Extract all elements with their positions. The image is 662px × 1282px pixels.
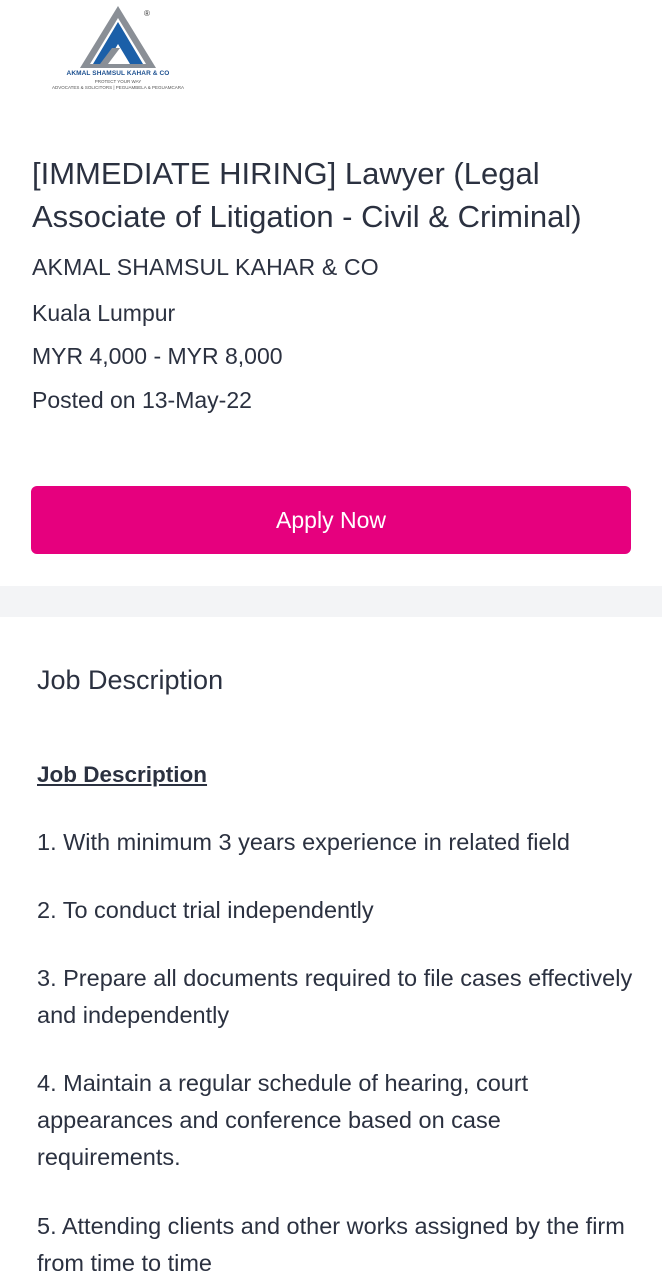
list-item: 4. Maintain a regular schedule of hearin… <box>37 1070 529 1170</box>
posted-date: Posted on 13-May-22 <box>32 387 252 413</box>
list-item: 2. To conduct trial independently <box>37 897 374 923</box>
registered-mark-icon: ® <box>144 9 150 18</box>
company-name[interactable]: AKMAL SHAMSUL KAHAR & CO <box>32 252 379 282</box>
logo-subtitle: ADVOCATES & SOLICITORS | PEGUAMBELA & PE… <box>51 85 185 90</box>
job-location: Kuala Lumpur <box>32 300 176 326</box>
job-description-heading: Job Description <box>37 762 208 787</box>
job-salary: MYR 4,000 - MYR 8,000 <box>32 343 283 369</box>
job-description-title: Job Description <box>37 665 224 695</box>
company-logo: ® AKMAL SHAMSUL KAHAR & CO PROTECT YOUR … <box>36 4 200 96</box>
job-title: [IMMEDIATE HIRING] Lawyer (Legal Associa… <box>32 156 582 234</box>
list-item: 1. With minimum 3 years experience in re… <box>37 829 570 855</box>
job-header: ® AKMAL SHAMSUL KAHAR & CO PROTECT YOUR … <box>0 0 662 586</box>
list-item: 5. Attending clients and other works ass… <box>37 1213 625 1276</box>
section-divider <box>0 586 662 617</box>
list-item: 3. Prepare all documents required to fil… <box>37 965 633 1028</box>
logo-firm-name: AKMAL SHAMSUL KAHAR & CO <box>66 70 170 77</box>
logo-tagline: PROTECT YOUR WAY <box>94 79 142 84</box>
apply-now-button[interactable]: Apply Now <box>31 486 631 554</box>
